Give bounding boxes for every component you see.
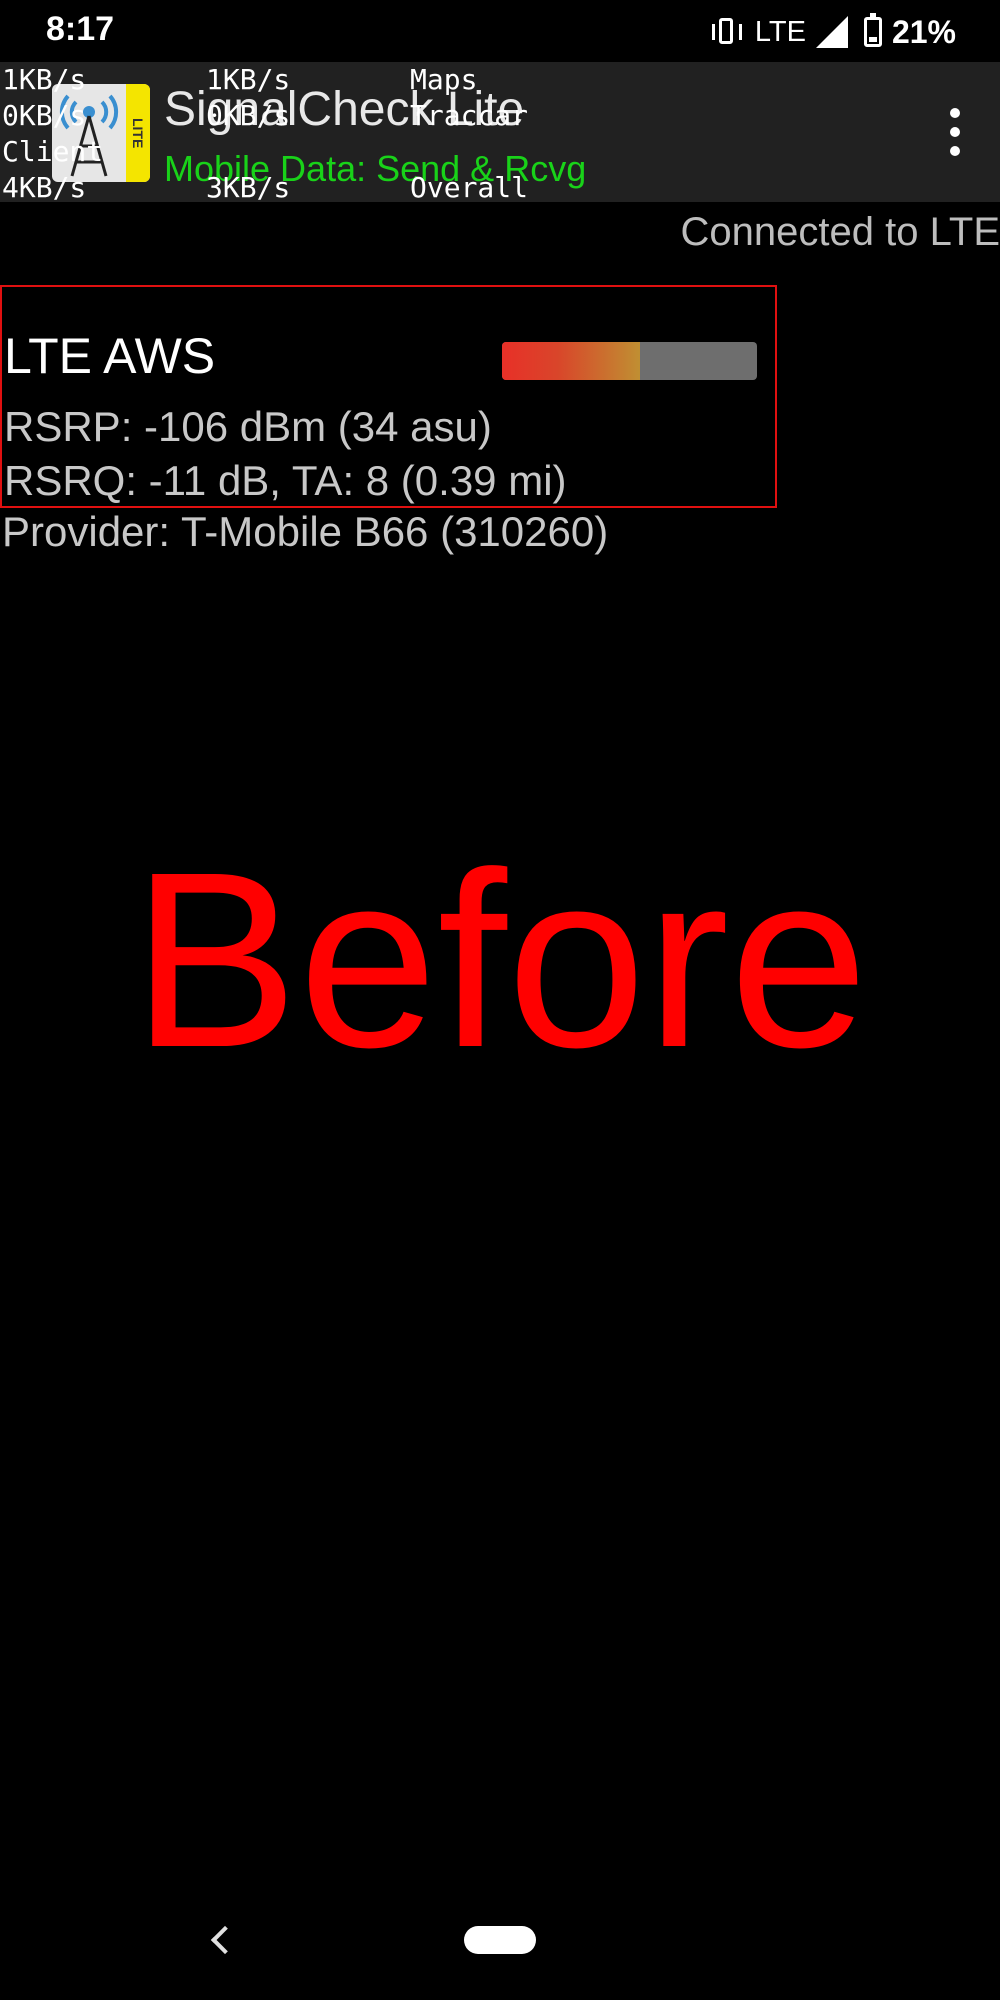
vibrate-icon <box>709 17 745 47</box>
battery-icon <box>863 13 882 47</box>
rsrp-value: RSRP: -106 dBm (34 asu) <box>4 403 492 450</box>
traffic-monitor-overlay: 1KB/s 1KB/s Maps 0KB/s 0KB/s Traccar Cli… <box>0 62 640 204</box>
traffic-cell: Traccar <box>410 99 529 132</box>
band-name: LTE AWS <box>4 328 216 384</box>
more-options-button[interactable] <box>940 102 970 162</box>
traffic-cell: 0KB/s <box>2 99 87 132</box>
status-icons: LTE 21% <box>709 12 956 52</box>
traffic-cell: Maps <box>410 63 478 96</box>
battery-percent: 21% <box>891 13 956 50</box>
signal-strength-fill <box>502 342 640 380</box>
signal-strength-bar <box>502 342 757 380</box>
status-bar: 8:17 LTE 21% <box>0 0 1000 62</box>
traffic-cell: 4KB/s <box>2 171 87 204</box>
rsrq-value: RSRQ: -11 dB, TA: 8 (0.39 mi) <box>4 457 567 504</box>
traffic-cell: Overall <box>410 171 529 204</box>
connection-status: Connected to LTE <box>680 210 1000 254</box>
traffic-cell: Client <box>2 135 104 168</box>
before-label: Before <box>131 820 869 1099</box>
traffic-cell: 3KB/s <box>206 171 291 204</box>
home-button[interactable] <box>464 1926 536 1954</box>
signal-info-box[interactable]: LTE AWS RSRP: -106 dBm (34 asu) RSRQ: -1… <box>0 285 777 508</box>
traffic-cell: 1KB/s <box>2 63 87 96</box>
signal-icon <box>815 16 848 48</box>
back-button[interactable] <box>206 1922 236 1958</box>
network-type: LTE <box>754 15 806 48</box>
provider-info: Provider: T-Mobile B66 (310260) <box>2 508 609 555</box>
status-time: 8:17 <box>46 10 115 48</box>
more-vert-icon <box>950 108 960 118</box>
traffic-cell: 0KB/s <box>206 99 291 132</box>
traffic-cell: 1KB/s <box>206 63 291 96</box>
